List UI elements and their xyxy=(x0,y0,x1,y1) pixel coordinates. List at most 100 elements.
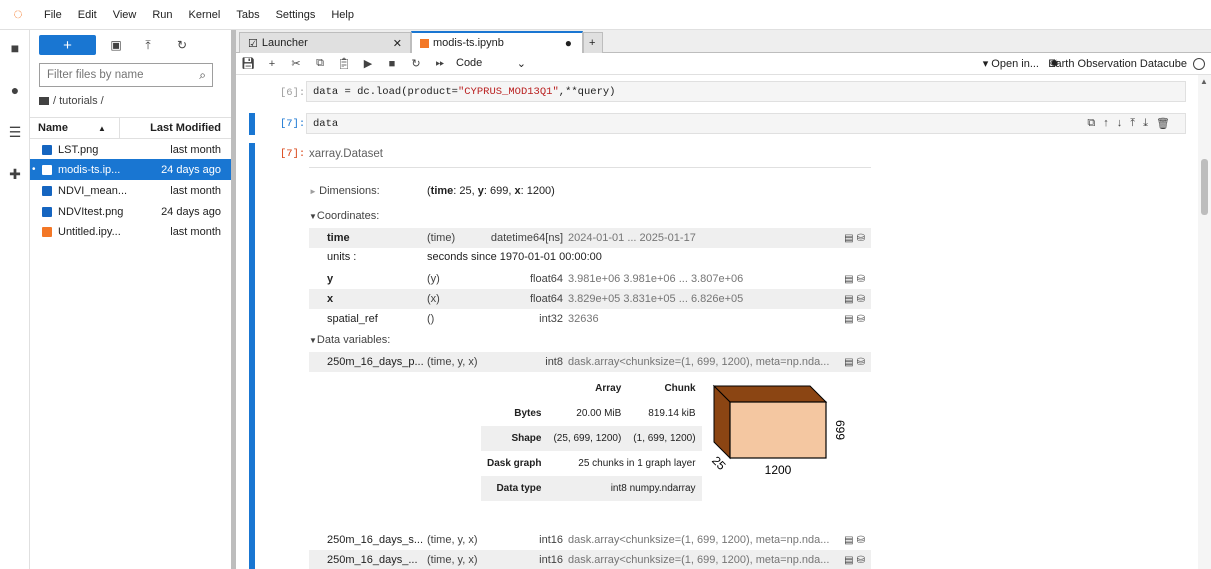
upload-icon[interactable]: ⤒ xyxy=(138,35,158,55)
data-type-value: int8 numpy.ndarray xyxy=(547,476,702,501)
coord-row-time[interactable]: time (time) datetime64[ns] 2024-01-01 ..… xyxy=(309,228,871,248)
save-icon[interactable]: 💾︎ xyxy=(236,57,260,70)
folder-icon[interactable]: ■ xyxy=(0,34,30,62)
dask-array-table: Array Chunk Bytes 20.00 MiB 819.14 kiB S… xyxy=(481,376,702,501)
menu-tabs[interactable]: Tabs xyxy=(228,9,267,21)
extensions-icon[interactable]: ✚ xyxy=(0,160,30,188)
dimensions-toggle[interactable]: ► Dimensions: xyxy=(309,185,380,197)
cell-6-input[interactable]: data = dc.load(product= "CYPRUS_MOD13Q1",… xyxy=(306,81,1186,102)
data-repr-icon[interactable]: ⛁ xyxy=(857,535,865,546)
stop-icon[interactable]: ■ xyxy=(380,58,404,70)
kernel-name[interactable]: Earth Observation Datacube xyxy=(1048,58,1187,70)
cell-7-input[interactable]: data xyxy=(306,113,1186,134)
collapse-icon: ► xyxy=(309,187,320,196)
dask-graph-label: Dask graph xyxy=(487,458,542,469)
fast-forward-icon[interactable]: ⏩︎ xyxy=(428,57,452,70)
data-repr-icon[interactable]: ⛁ xyxy=(857,314,865,325)
data-repr-icon[interactable]: ⛁ xyxy=(857,274,865,285)
file-row[interactable]: LST.png last month xyxy=(30,139,231,160)
data-repr-icon[interactable]: ⛁ xyxy=(857,555,865,566)
cut-icon[interactable]: ✂ xyxy=(284,57,308,70)
menu-kernel[interactable]: Kernel xyxy=(181,9,229,21)
menu-settings[interactable]: Settings xyxy=(268,9,324,21)
open-in-label: Open in... xyxy=(991,58,1039,70)
close-icon[interactable]: ✕ xyxy=(393,37,402,50)
attrs-icon[interactable]: ▤ xyxy=(844,535,853,546)
attrs-icon[interactable]: ▤ xyxy=(844,233,853,244)
cell-prompt: [7]: xyxy=(280,118,306,130)
header-last-modified[interactable]: Last Modified xyxy=(150,122,221,134)
shape-chunk: (1, 699, 1200) xyxy=(627,426,702,451)
coord-row-spatial-ref[interactable]: spatial_ref () int32 32636 ▤ ⛁ xyxy=(309,309,871,329)
attrs-icon[interactable]: ▤ xyxy=(844,357,853,368)
new-folder-icon[interactable]: ▣ xyxy=(106,35,126,55)
sort-up-icon: ▲ xyxy=(98,123,106,133)
menu-view[interactable]: View xyxy=(105,9,145,21)
data-repr-icon[interactable]: ⛁ xyxy=(857,357,865,368)
run-icon[interactable]: ▶ xyxy=(356,57,380,70)
attrs-icon[interactable]: ▤ xyxy=(844,294,853,305)
insert-above-icon[interactable]: ⤒ xyxy=(1130,117,1135,130)
tab-launcher-label: Launcher xyxy=(261,37,308,49)
coordinates-toggle[interactable]: ▼Coordinates: xyxy=(309,210,379,222)
cube-z-label: 25 xyxy=(709,453,729,473)
attrs-icon[interactable]: ▤ xyxy=(844,274,853,285)
coordinates-label: Coordinates: xyxy=(316,210,380,222)
coord-dims: (y) xyxy=(427,273,440,285)
move-down-icon[interactable]: ↓ xyxy=(1117,117,1123,130)
breadcrumb[interactable]: / tutorials / xyxy=(39,95,104,107)
open-in-button[interactable]: ▾ Open in... xyxy=(983,57,1039,70)
active-cell-bar[interactable] xyxy=(249,113,255,135)
insert-below-icon[interactable]: ⤓ xyxy=(1143,117,1148,130)
add-cell-icon[interactable]: + xyxy=(260,58,284,70)
launcher-icon: ☑ xyxy=(248,37,258,50)
paste-icon[interactable]: 📋︎ xyxy=(332,57,356,70)
file-row[interactable]: NDVI_mean... last month xyxy=(30,180,231,201)
data-repr-icon[interactable]: ⛁ xyxy=(857,233,865,244)
new-launcher-button[interactable]: + xyxy=(39,35,96,55)
var-row[interactable]: 250m_16_days_s... (time, y, x) int16 das… xyxy=(309,530,871,550)
active-output-bar[interactable] xyxy=(249,143,255,569)
menu-run[interactable]: Run xyxy=(144,9,180,21)
cube-front-face xyxy=(729,401,827,459)
attrs-icon[interactable]: ▤ xyxy=(844,314,853,325)
unsaved-dot-icon[interactable]: ● xyxy=(565,36,572,50)
filter-input[interactable]: Filter files by name ⌕ xyxy=(39,63,213,87)
new-tab-button[interactable]: + xyxy=(583,32,603,53)
file-row[interactable]: Untitled.ipy... last month xyxy=(30,221,231,242)
scrollbar-thumb[interactable] xyxy=(1201,159,1208,215)
var-row[interactable]: 250m_16_days_p... (time, y, x) int8 dask… xyxy=(309,352,871,372)
menu-edit[interactable]: Edit xyxy=(70,9,105,21)
cell-type-select[interactable]: Code ⌄ xyxy=(456,57,526,70)
array-header: Array xyxy=(595,383,622,394)
menu-help[interactable]: Help xyxy=(323,9,362,21)
attrs-icon[interactable]: ▤ xyxy=(844,555,853,566)
coord-row-x[interactable]: x (x) float64 3.829e+05 3.831e+05 ... 6.… xyxy=(309,289,871,309)
var-row[interactable]: 250m_16_days_... (time, y, x) int16 dask… xyxy=(309,550,871,569)
dim-text: : 699, xyxy=(483,185,515,197)
header-name[interactable]: Name xyxy=(38,122,68,134)
duplicate-icon[interactable]: ⧉ xyxy=(1087,117,1095,130)
coord-dims: () xyxy=(427,313,435,325)
scroll-up-icon[interactable]: ▲ xyxy=(1200,77,1208,86)
toc-icon[interactable]: ☰ xyxy=(0,118,30,146)
data-variables-toggle[interactable]: ▼Data variables: xyxy=(309,334,390,346)
restart-icon[interactable]: ↻ xyxy=(404,57,428,70)
delete-icon[interactable]: 🗑︎ xyxy=(1156,117,1170,130)
notebook-toolbar: 💾︎ + ✂ ⧉ 📋︎ ▶ ■ ↻ ⏩︎ Code ⌄ ▾ Open in...… xyxy=(236,53,1211,75)
coord-row-y[interactable]: y (y) float64 3.981e+06 3.981e+06 ... 3.… xyxy=(309,269,871,289)
menu-file[interactable]: File xyxy=(36,9,70,21)
move-up-icon[interactable]: ↑ xyxy=(1103,117,1109,130)
cube-x-label: 1200 xyxy=(765,463,792,477)
tab-launcher[interactable]: ☑ Launcher ✕ xyxy=(239,32,411,53)
file-row-selected[interactable]: • modis-ts.ip... 24 days ago xyxy=(30,159,231,180)
notebook-scrollbar[interactable]: ▲ xyxy=(1198,75,1211,569)
data-repr-icon[interactable]: ⛁ xyxy=(857,294,865,305)
coord-dtype: datetime64[ns] xyxy=(490,232,563,244)
running-kernels-icon[interactable]: ● xyxy=(0,76,30,104)
tab-notebook[interactable]: modis-ts.ipynb ● xyxy=(411,31,583,53)
refresh-icon[interactable]: ↻ xyxy=(172,35,192,55)
output-prompt: [7]: xyxy=(280,148,306,160)
file-row[interactable]: NDVItest.png 24 days ago xyxy=(30,201,231,222)
copy-icon[interactable]: ⧉ xyxy=(308,57,332,70)
